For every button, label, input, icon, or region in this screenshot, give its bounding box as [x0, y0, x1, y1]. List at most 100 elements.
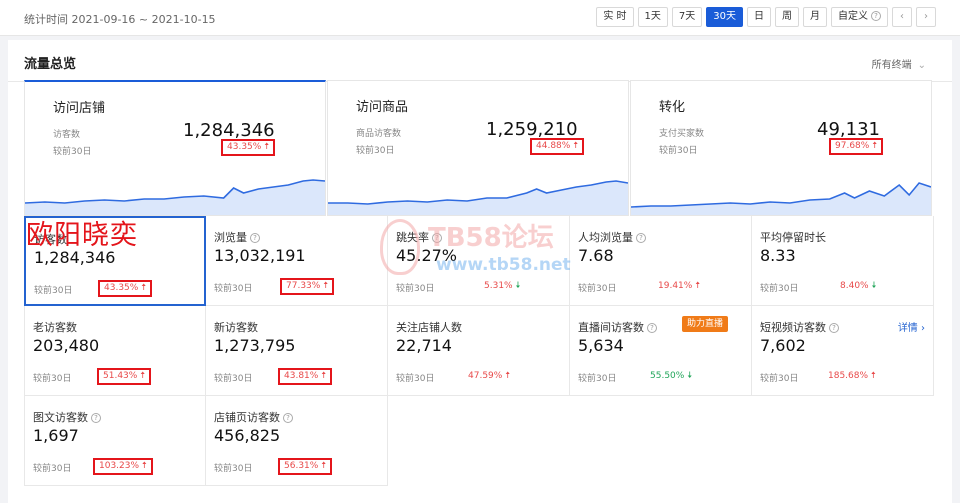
- arrow-up-icon: 🠅: [872, 141, 878, 151]
- big-card-sub: 商品访客数: [356, 129, 402, 139]
- arrow-up-icon: 🠅: [141, 461, 147, 471]
- range-realtime-button[interactable]: 实 时: [596, 7, 634, 27]
- terminal-select[interactable]: 所有终端 ⌄: [872, 56, 926, 71]
- metric-pageviews[interactable]: 浏览量? 13,032,191 较前30日 77.33% 🠅: [206, 216, 388, 306]
- watermark-title: TB58论坛: [428, 223, 554, 253]
- big-card-change: 43.35% 🠅: [221, 139, 276, 156]
- overlay-name-text: 欧阳晓奕: [26, 220, 138, 251]
- arrow-up-icon: 🠅: [141, 283, 147, 293]
- big-card-sub: 支付买家数: [659, 129, 705, 139]
- big-card-conversion[interactable]: 转化 支付买家数 49,131 较前30日 97.68% 🠅: [630, 80, 932, 216]
- range-week-button[interactable]: 周: [775, 7, 799, 27]
- metric-short-video-visitors[interactable]: 短视频访客数? 详情 › 7,602 较前30日 185.68% 🠅: [752, 306, 934, 396]
- detail-link[interactable]: 详情 ›: [898, 319, 925, 334]
- metric-compare: 较前30日: [760, 374, 799, 384]
- sparkline-chart: [631, 182, 931, 215]
- arrow-up-icon: 🠅: [573, 141, 579, 151]
- metric-value: 456,825: [214, 426, 281, 445]
- metric-compare: 较前30日: [578, 374, 617, 384]
- arrow-up-icon: 🠅: [323, 281, 329, 291]
- range-30day-button[interactable]: 30天: [706, 7, 743, 27]
- change-value: 47.59%: [468, 371, 503, 381]
- arrow-down-icon: 🠇: [871, 281, 877, 291]
- metric-value: 1,697: [33, 426, 79, 445]
- metric-value: 8.33: [760, 246, 796, 265]
- range-day-button[interactable]: 日: [747, 7, 771, 27]
- range-custom-button[interactable]: 自定义?: [831, 7, 888, 27]
- big-card-visit-store[interactable]: 访问店铺 访客数 1,284,346 较前30日 43.35% 🠅: [24, 80, 326, 216]
- metric-value: 7,602: [760, 336, 806, 355]
- metric-value: 5,634: [578, 336, 624, 355]
- metric-label: 店铺页访客数?: [214, 409, 293, 425]
- help-icon[interactable]: ?: [829, 323, 839, 333]
- metric-compare: 较前30日: [760, 284, 799, 294]
- metric-avg-stay-time[interactable]: 平均停留时长 8.33 较前30日 8.40% 🠇: [752, 216, 934, 306]
- metric-compare: 较前30日: [214, 284, 253, 294]
- metric-change: 55.50% 🠇: [650, 368, 692, 384]
- change-value: 43.81%: [284, 371, 319, 381]
- arrow-up-icon: 🠅: [321, 371, 327, 381]
- metric-compare: 较前30日: [33, 374, 72, 384]
- metric-live-visitors[interactable]: 直播间访客数? 助力直播 5,634 较前30日 55.50% 🠇: [570, 306, 752, 396]
- metric-label: 直播间访客数?: [578, 319, 657, 335]
- big-card-value: 1,284,346: [183, 120, 275, 141]
- big-card-title: 访问店铺: [53, 101, 106, 116]
- chevron-left-icon[interactable]: ‹: [892, 7, 912, 27]
- metric-change: 8.40% 🠇: [840, 278, 876, 294]
- change-value: 97.68%: [835, 141, 870, 151]
- metric-change: 19.41% 🠅: [658, 278, 700, 294]
- big-card-compare: 较前30日: [356, 146, 395, 156]
- big-card-visit-product[interactable]: 访问商品 商品访客数 1,259,210 较前30日 44.88% 🠅: [327, 80, 629, 216]
- range-7day-button[interactable]: 7天: [671, 7, 703, 27]
- metric-new-visitors[interactable]: 新访客数 1,273,795 较前30日 43.81% 🠅: [206, 306, 388, 396]
- metric-label-text: 浏览量: [214, 231, 247, 244]
- chevron-right-icon[interactable]: ›: [916, 7, 936, 27]
- help-icon[interactable]: ?: [636, 233, 646, 243]
- help-icon[interactable]: ?: [250, 233, 260, 243]
- metric-value: 13,032,191: [214, 246, 306, 265]
- metric-label: 新访客数: [214, 321, 258, 334]
- live-boost-tag[interactable]: 助力直播: [682, 316, 729, 332]
- metric-compare: 较前30日: [33, 464, 72, 474]
- metric-value: 22,714: [396, 336, 452, 355]
- range-month-button[interactable]: 月: [803, 7, 827, 27]
- change-value: 8.40%: [840, 281, 869, 291]
- metric-compare: 较前30日: [214, 374, 253, 384]
- change-value: 56.31%: [284, 461, 319, 471]
- terminal-select-label: 所有终端: [871, 60, 912, 71]
- metric-shop-followers[interactable]: 关注店铺人数 22,714 较前30日 47.59% 🠅: [388, 306, 570, 396]
- change-value: 185.68%: [828, 371, 869, 381]
- big-card-compare: 较前30日: [659, 146, 698, 156]
- panel-title: 流量总览: [24, 57, 77, 72]
- help-icon[interactable]: ?: [91, 413, 101, 423]
- metric-label: 关注店铺人数: [396, 321, 462, 334]
- metric-compare: 较前30日: [34, 286, 73, 296]
- metric-change: 43.81% 🠅: [278, 368, 333, 385]
- watermark: TB58论坛 www.tb58.net: [380, 215, 630, 295]
- metric-change: 56.31% 🠅: [278, 458, 333, 475]
- help-icon[interactable]: ?: [647, 323, 657, 333]
- big-card-compare: 较前30日: [53, 147, 92, 157]
- metric-value: 203,480: [33, 336, 100, 355]
- metric-label: 图文访客数?: [33, 409, 101, 425]
- metric-graphic-visitors[interactable]: 图文访客数? 1,697 较前30日 103.23% 🠅: [24, 396, 206, 486]
- big-card-value: 1,259,210: [486, 119, 578, 140]
- metric-label-text: 店铺页访客数: [214, 411, 280, 424]
- metric-returning-visitors[interactable]: 老访客数 203,480 较前30日 51.43% 🠅: [24, 306, 206, 396]
- chevron-right-icon: ›: [921, 323, 925, 334]
- big-card-title: 访问商品: [356, 100, 409, 115]
- change-value: 55.50%: [650, 371, 685, 381]
- help-icon[interactable]: ?: [283, 413, 293, 423]
- sparkline-chart: [328, 180, 628, 215]
- help-icon: ?: [871, 11, 881, 21]
- watermark-url: www.tb58.net: [436, 255, 571, 275]
- metric-compare: 较前30日: [214, 464, 253, 474]
- metric-change: 103.23% 🠅: [93, 458, 153, 475]
- change-value: 103.23%: [99, 461, 140, 471]
- metric-shop-page-visitors[interactable]: 店铺页访客数? 456,825 较前30日 56.31% 🠅: [206, 396, 388, 486]
- metric-compare: 较前30日: [396, 374, 435, 384]
- arrow-down-icon: 🠇: [687, 371, 693, 381]
- change-value: 43.35%: [104, 283, 139, 293]
- range-1day-button[interactable]: 1天: [637, 7, 668, 27]
- metric-change: 43.35% 🠅: [98, 280, 153, 297]
